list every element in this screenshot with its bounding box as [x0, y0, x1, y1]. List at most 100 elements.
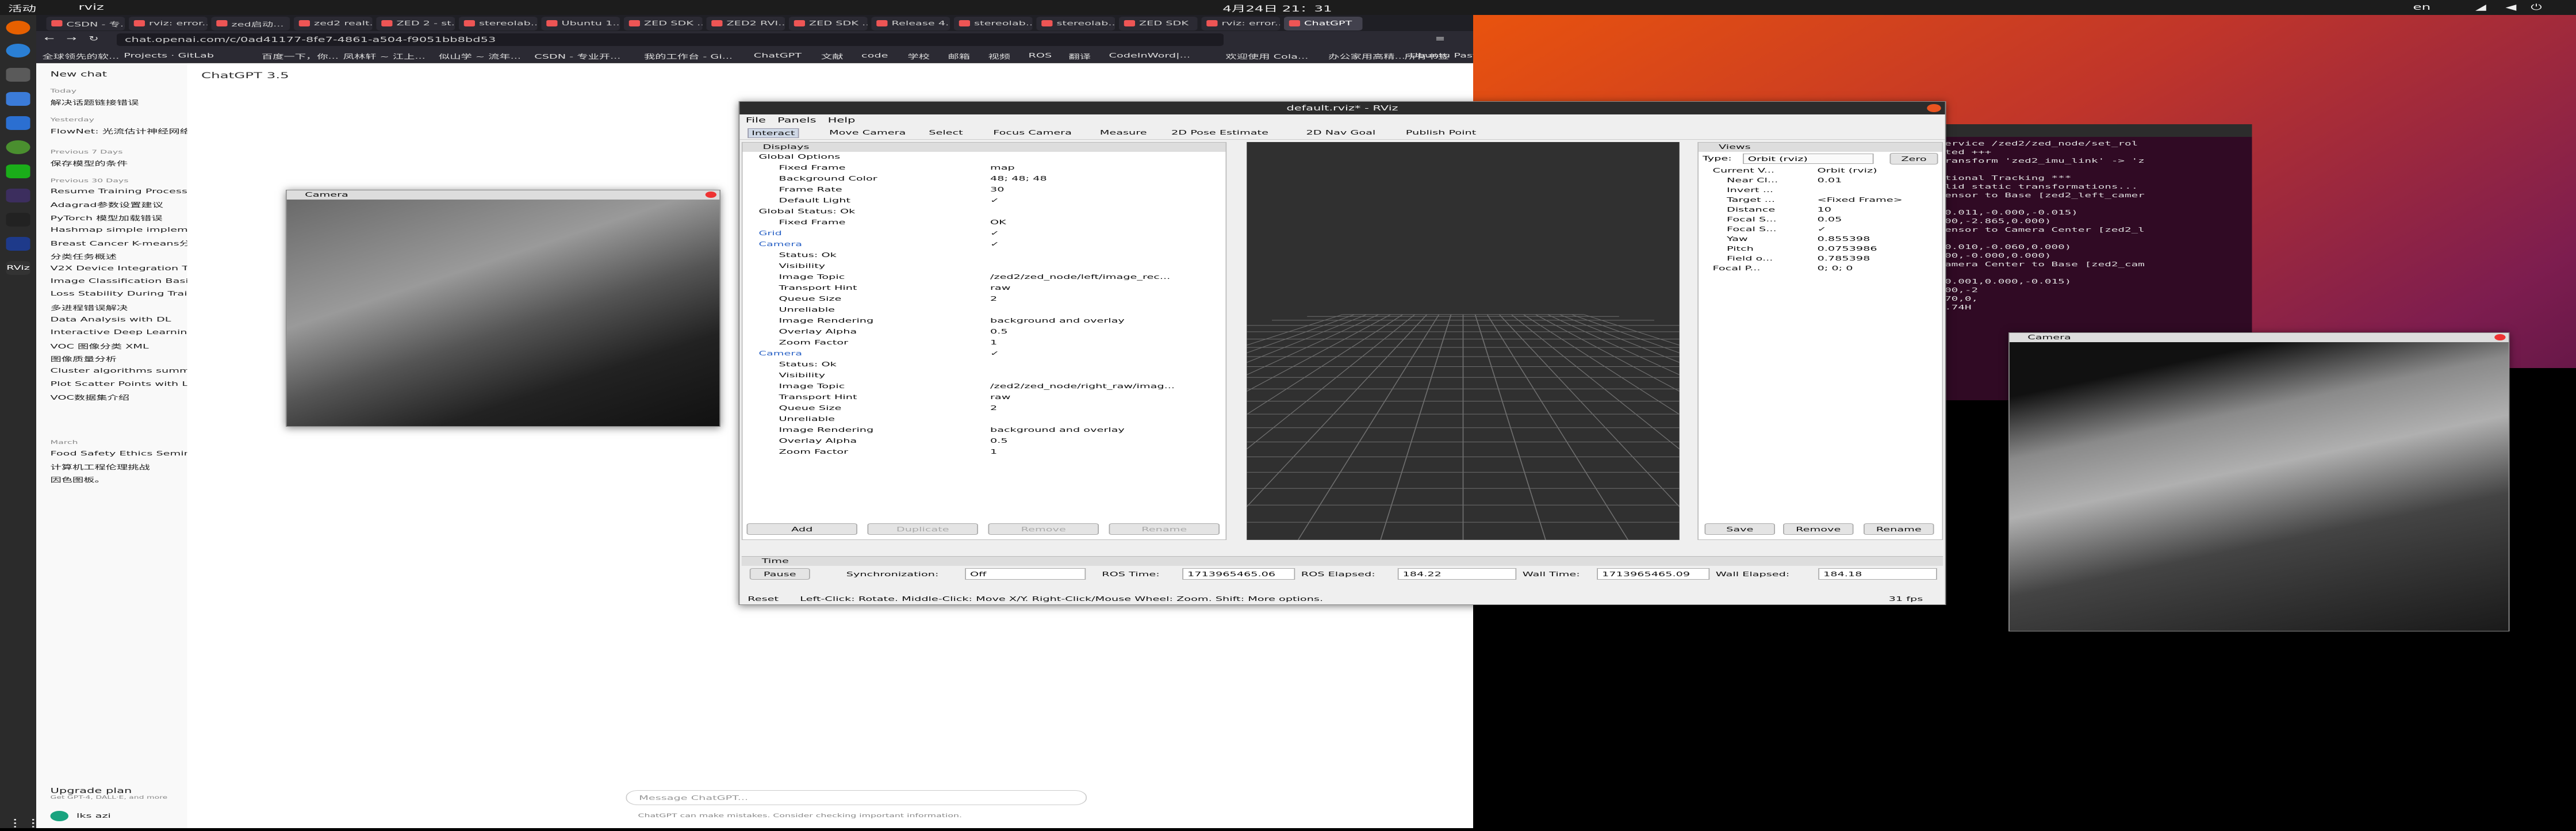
bookmark-item[interactable]: code	[861, 52, 888, 59]
clion-icon[interactable]	[6, 189, 30, 202]
forward-icon[interactable]: →	[67, 35, 77, 43]
close-icon[interactable]	[2494, 334, 2506, 340]
display-property-row[interactable]: Zoom Factor 1	[743, 339, 1226, 349]
view-save-button[interactable]: Save	[1704, 523, 1775, 535]
terminal-titlebar[interactable]	[1932, 124, 2252, 137]
property-value[interactable]: raw	[990, 284, 1010, 292]
conversation-item[interactable]: 分类任务概述	[51, 252, 117, 261]
property-value[interactable]: ✓	[990, 229, 999, 237]
pause-button[interactable]: Pause	[749, 568, 810, 580]
close-icon[interactable]	[705, 192, 716, 198]
browser-tab[interactable]: ZED SDK ...	[789, 17, 868, 30]
property-value[interactable]: ✓	[990, 197, 999, 204]
display-property-row[interactable]: Image Topic/zed2/zed_node/left/image_rec…	[743, 273, 1226, 284]
text-editor-icon[interactable]	[6, 116, 30, 130]
bookmark-item[interactable]: CodeInWord|...	[1109, 52, 1191, 59]
property-value[interactable]: 0.855398	[1818, 235, 1870, 243]
display-property-row[interactable]: Camera ✓	[743, 350, 1226, 360]
rviz-window[interactable]: default.rviz* - RViz File Panels Help In…	[738, 101, 1946, 605]
display-property-row[interactable]: Global Status: Ok	[743, 208, 1226, 218]
thunderbird-icon[interactable]	[6, 44, 30, 58]
view-rename-button[interactable]: Rename	[1864, 523, 1934, 535]
model-selector[interactable]: ChatGPT 3.5	[201, 71, 289, 81]
browser-tab[interactable]: Ubuntu 1...	[541, 17, 620, 30]
property-value[interactable]: ✓	[1818, 225, 1827, 233]
display-property-row[interactable]: Frame Rate 30	[743, 186, 1226, 196]
browser-tab[interactable]: ZED SDK ...	[624, 17, 703, 30]
display-property-row[interactable]: Visibility	[743, 262, 1226, 273]
browser-tab[interactable]: ZED SDK	[1119, 17, 1198, 30]
view-property-row[interactable]: Focal S... ✓	[1699, 225, 1940, 236]
bookmark-item[interactable]: ROS	[1029, 52, 1052, 59]
display-duplicate-button[interactable]: Duplicate	[867, 523, 978, 535]
browser-tab[interactable]: stereolab...	[954, 17, 1033, 30]
camera-window-left[interactable]: Camera	[286, 190, 720, 427]
menu-file[interactable]: File	[746, 116, 766, 124]
conversation-item[interactable]: Image Classification Basics	[51, 277, 201, 285]
clock[interactable]: 4月24日 21：31	[1222, 3, 1332, 14]
display-property-row[interactable]: Overlay Alpha 0.5	[743, 437, 1226, 447]
reload-icon[interactable]: ↻	[89, 35, 99, 43]
display-property-row[interactable]: Fixed Frame OK	[743, 219, 1226, 229]
bookmark-item[interactable]: ChatGPT	[754, 52, 802, 59]
wifi-icon[interactable]: ◢	[2475, 3, 2486, 12]
display-property-row[interactable]: Default Light ✓	[743, 197, 1226, 207]
display-property-row[interactable]: Queue Size 2	[743, 404, 1226, 415]
browser-tab[interactable]: Release 4...	[871, 17, 950, 30]
bookmark-item[interactable]: 邮箱	[948, 52, 971, 61]
bookmark-item[interactable]: Projects · GitLab	[124, 52, 214, 59]
menu-panels[interactable]: Panels	[777, 116, 816, 124]
conversation-item[interactable]: PyTorch 模型加载错误	[51, 213, 163, 223]
display-property-row[interactable]: Unreliable	[743, 415, 1226, 426]
display-property-row[interactable]: Grid ✓	[743, 229, 1226, 240]
display-property-row[interactable]: Global Options	[743, 153, 1226, 163]
property-value[interactable]: 0; 0; 0	[1818, 265, 1853, 272]
display-property-row[interactable]: Fixed Frame map	[743, 164, 1226, 174]
conversation-item[interactable]: 解决话题链接错误	[51, 98, 139, 107]
rviz-titlebar[interactable]: default.rviz* - RViz	[739, 102, 1945, 114]
conversation-item[interactable]: Cluster algorithms summary.	[51, 367, 210, 374]
tool-button[interactable]: Move Camera	[826, 128, 909, 137]
display-property-row[interactable]: Image Topic/zed2/zed_node/right_raw/imag…	[743, 382, 1226, 393]
property-value[interactable]: OK	[990, 219, 1006, 226]
conversation-item[interactable]: 多进程错误解决	[51, 303, 128, 312]
menu-help[interactable]: Help	[828, 116, 856, 124]
activities-button[interactable]: 活动	[8, 3, 36, 14]
property-value[interactable]: <Fixed Frame>	[1818, 196, 1903, 204]
power-icon[interactable]: ⏻	[2531, 3, 2542, 12]
document-icon[interactable]	[6, 92, 30, 106]
pycharm-icon[interactable]	[6, 237, 30, 251]
conversation-item[interactable]: VOC数据集介绍	[51, 393, 130, 402]
close-icon[interactable]	[1927, 104, 1941, 112]
property-value[interactable]: ✓	[990, 240, 999, 248]
property-value[interactable]: 0.01	[1818, 177, 1842, 184]
rviz-icon[interactable]: RViz	[6, 261, 30, 275]
conversation-item[interactable]: FlowNet: 光流估计神经网络	[51, 127, 191, 136]
property-value[interactable]: 30	[990, 186, 1005, 193]
user-name[interactable]: lks azi	[76, 812, 111, 819]
browser-tab[interactable]: zed2 realt...	[294, 17, 373, 30]
wechat-icon[interactable]	[6, 164, 30, 178]
browser-tab[interactable]: rviz: error...	[1201, 17, 1280, 30]
display-property-row[interactable]: Background Color 48; 48; 48	[743, 175, 1226, 185]
bookmark-item[interactable]: 全球领先的软...	[43, 52, 120, 61]
property-value[interactable]: 0.5	[990, 328, 1008, 335]
property-value[interactable]: background and overlay	[990, 426, 1125, 434]
volume-icon[interactable]: ◀	[2506, 3, 2517, 12]
view-property-row[interactable]: Pitch 0.0753986	[1699, 245, 1940, 255]
camera-window-right[interactable]: Camera	[2008, 332, 2510, 631]
display-property-row[interactable]: Overlay Alpha 0.5	[743, 328, 1226, 338]
firefox-icon[interactable]	[6, 21, 30, 35]
conversation-item[interactable]: Adagrad参数设置建议	[51, 200, 164, 209]
conversation-item[interactable]: Food Safety Ethics Seminar	[51, 450, 202, 457]
tool-button[interactable]: Focus Camera	[990, 128, 1075, 137]
files-icon[interactable]	[6, 68, 30, 82]
property-value[interactable]: map	[990, 164, 1015, 171]
bookmark-item[interactable]: 文献	[821, 52, 844, 61]
display-property-row[interactable]: Status: Ok	[743, 361, 1226, 371]
property-value[interactable]: 2	[990, 295, 997, 302]
conversation-item[interactable]: V2X Device Integration Task	[51, 265, 206, 272]
browser-tab[interactable]: ZED2 RVI...	[706, 17, 785, 30]
conversation-item[interactable]: Breast Cancer K-means分类	[51, 239, 202, 248]
display-property-row[interactable]: Status: Ok	[743, 251, 1226, 262]
